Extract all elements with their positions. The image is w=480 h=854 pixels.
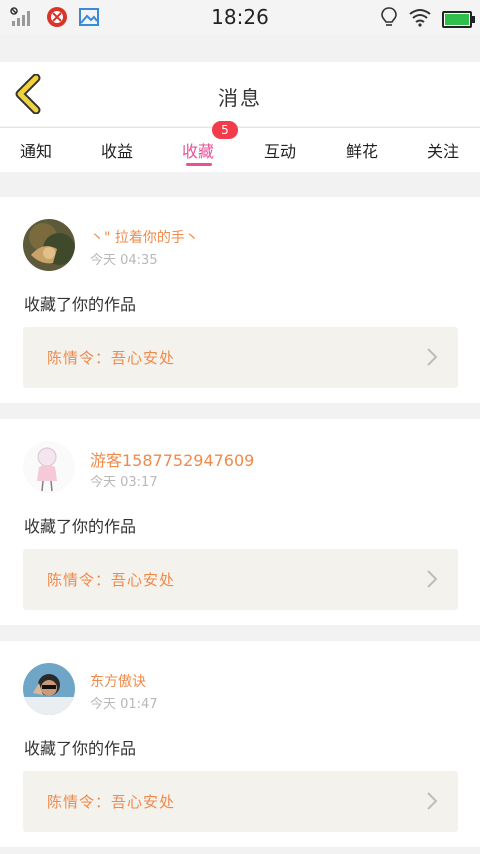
- work-link[interactable]: 陈情令：吾心安处: [23, 327, 458, 388]
- user-name[interactable]: 东方傲诀: [90, 671, 146, 691]
- wifi-icon: [408, 7, 432, 31]
- tab-favorites[interactable]: 收藏: [182, 138, 214, 162]
- tab-earnings[interactable]: 收益: [101, 138, 133, 162]
- tab-follows[interactable]: 关注: [427, 138, 459, 162]
- page-title: 消息: [218, 86, 262, 110]
- message-time: 今天 03:17: [90, 475, 158, 490]
- work-title: 陈情令：吾心安处: [47, 349, 176, 367]
- work-title: 陈情令：吾心安处: [47, 571, 176, 589]
- message-action: 收藏了你的作品: [24, 295, 137, 314]
- message-action: 收藏了你的作品: [24, 517, 137, 536]
- avatar[interactable]: [23, 219, 75, 271]
- chevron-right-icon: [427, 792, 438, 810]
- avatar[interactable]: [23, 663, 75, 715]
- message-card: 东方傲诀 今天 01:47 收藏了你的作品 陈情令：吾心安处: [0, 641, 480, 847]
- message-time: 今天 01:47: [90, 697, 158, 712]
- status-right-icons: [380, 6, 475, 32]
- avatar[interactable]: [23, 441, 75, 493]
- tab-notifications[interactable]: 通知: [20, 138, 52, 162]
- active-tab-indicator: [186, 163, 212, 166]
- chevron-right-icon: [427, 570, 438, 588]
- message-action: 收藏了你的作品: [24, 739, 137, 758]
- bulb-icon: [380, 6, 398, 32]
- work-link[interactable]: 陈情令：吾心安处: [23, 771, 458, 832]
- battery-icon: [442, 10, 475, 28]
- tab-bar: 通知 收益 收藏 互动 鲜花 关注: [0, 127, 480, 172]
- work-link[interactable]: 陈情令：吾心安处: [23, 549, 458, 610]
- user-name[interactable]: 丶" 拉着你的手丶: [90, 227, 199, 247]
- user-name[interactable]: 游客1587752947609: [90, 447, 254, 471]
- tab-interactions[interactable]: 互动: [264, 138, 296, 162]
- tab-badge: 5: [212, 121, 238, 139]
- status-bar: 18:26: [0, 0, 480, 34]
- message-card: 游客1587752947609 今天 03:17 收藏了你的作品 陈情令：吾心安…: [0, 419, 480, 625]
- messages-page: 18:26 消息 通知 收益 收藏 互动 鲜花 关注 5 丶" 拉着你的手丶 今…: [0, 0, 480, 854]
- chevron-right-icon: [427, 348, 438, 366]
- message-card: 丶" 拉着你的手丶 今天 04:35 收藏了你的作品 陈情令：吾心安处: [0, 197, 480, 403]
- header-bar: 消息: [0, 62, 480, 126]
- work-title: 陈情令：吾心安处: [47, 793, 176, 811]
- tab-flowers[interactable]: 鲜花: [346, 138, 378, 162]
- message-time: 今天 04:35: [90, 253, 158, 268]
